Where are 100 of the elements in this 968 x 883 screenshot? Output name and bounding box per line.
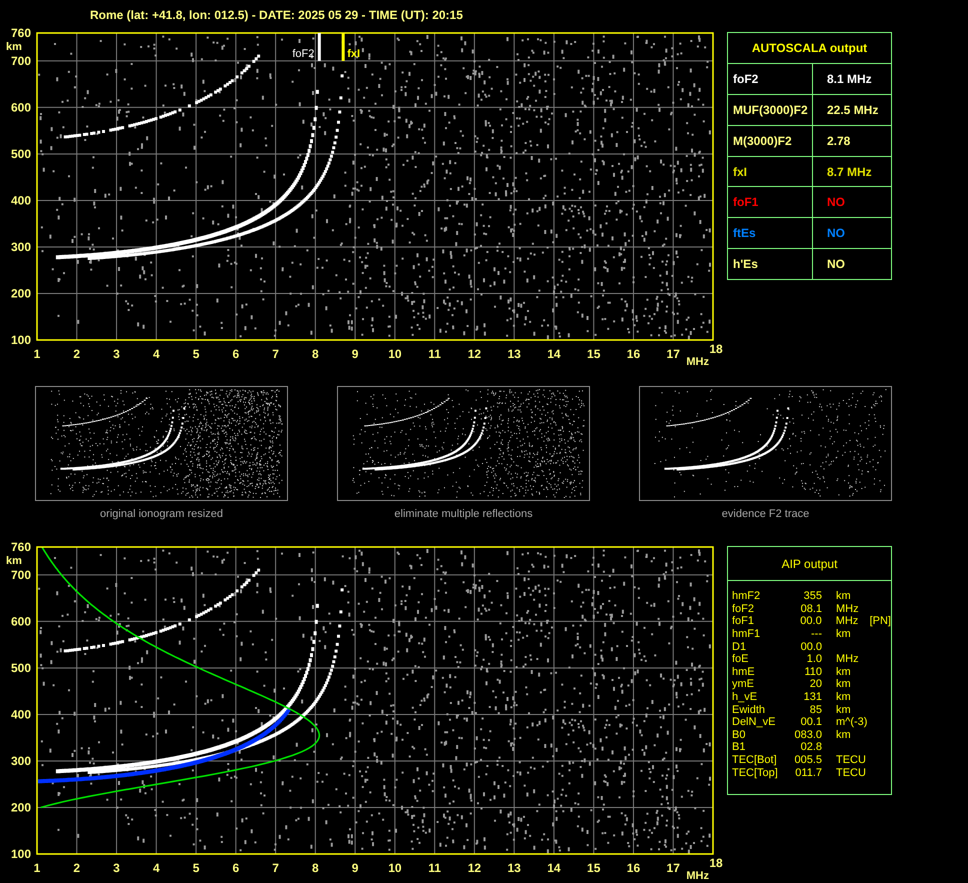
axis-unit-label: MHz: [686, 356, 709, 368]
parameter-unit: km: [835, 590, 852, 602]
parameter-value: 2.78: [827, 134, 850, 147]
axis-tick-label: 6: [232, 861, 240, 875]
parameter-unit: km: [835, 704, 852, 716]
parameter-name: ftEs: [733, 227, 756, 240]
parameter-value: 011.7: [794, 766, 823, 779]
parameter-value: 00.0: [800, 640, 823, 653]
axis-tick-label: 8: [312, 347, 319, 361]
axis-tick-label: 300: [10, 754, 31, 768]
axis-tick-label: 15: [587, 347, 600, 361]
axis-tick-label: 760: [10, 26, 31, 40]
axis-tick-label: 4: [152, 861, 160, 875]
parameter-name: hmF1: [732, 628, 762, 640]
parameter-name: fxI: [733, 166, 748, 178]
parameter-name: TEC[Top]: [732, 766, 779, 779]
parameter-name: foF1: [732, 615, 756, 628]
thumbnail-caption: eliminate multiple reflections: [394, 507, 533, 522]
axis-tick-label: 5: [192, 861, 200, 875]
panel-title: AIP output: [782, 556, 838, 572]
marker-label: fxI: [347, 48, 360, 60]
parameter-value: 110: [803, 666, 823, 678]
parameter-value: ---: [810, 628, 823, 640]
axis-tick-label: 1: [34, 861, 40, 875]
parameter-value: 20: [808, 678, 823, 690]
axis-tick-label: 8: [312, 861, 319, 875]
parameter-name: foF1: [733, 196, 758, 208]
parameter-name: h_vE: [732, 691, 758, 704]
parameter-name: ymE: [732, 678, 755, 690]
axis-tick-label: 2: [73, 347, 80, 361]
axis-tick-label: 300: [10, 240, 31, 254]
parameter-name: foE: [732, 653, 750, 666]
parameter-value: 8.7 MHz: [827, 166, 872, 178]
parameter-unit: km: [835, 666, 852, 678]
axis-tick-label: 18: [709, 342, 723, 356]
axis-tick-label: 12: [468, 861, 482, 875]
axis-tick-label: 14: [547, 861, 561, 875]
axis-tick-label: 500: [10, 146, 31, 161]
axis-tick-label: 11: [428, 347, 441, 361]
parameter-name: MUF(3000)F2: [733, 104, 808, 116]
parameter-name: B0: [732, 728, 746, 741]
parameter-value: 355: [802, 590, 823, 602]
panel-title: AUTOSCALA output: [752, 40, 868, 57]
parameter-value: 8.1 MHz: [827, 72, 872, 85]
quality-code-text: [PN]: [870, 615, 891, 628]
parameter-name: foF2: [733, 72, 758, 85]
axis-tick-label: 400: [10, 193, 31, 208]
parameter-value: NO: [827, 258, 845, 270]
axis-tick-label: 700: [10, 568, 31, 582]
axis-tick-label: 18: [709, 856, 723, 870]
parameter-unit: km: [835, 728, 852, 741]
parameter-name: B1: [732, 741, 746, 754]
axis-tick-label: 2: [73, 861, 80, 875]
parameter-name: foF2: [732, 602, 756, 615]
parameter-name: Ewidth: [732, 704, 766, 716]
axis-tick-label: 3: [113, 861, 120, 875]
parameter-name: M(3000)F2: [733, 134, 792, 147]
parameter-name: hmF2: [732, 590, 762, 602]
axis-tick-label: 16: [626, 861, 640, 875]
axis-tick-label: 17: [666, 347, 680, 361]
marker-label: foF2: [292, 48, 314, 60]
parameter-value: 00.1: [800, 716, 823, 728]
axis-unit-label: km: [6, 41, 22, 53]
parameter-name: TEC[Bot]: [732, 754, 778, 766]
axis-unit-label: km: [6, 555, 22, 567]
axis-tick-label: 100: [10, 333, 31, 347]
parameter-value: 1.0: [806, 653, 823, 666]
axis-tick-label: 12: [468, 347, 482, 361]
parameter-value: NO: [827, 196, 845, 208]
axis-tick-label: 10: [388, 861, 402, 875]
parameter-unit: MHz: [835, 653, 860, 666]
axis-tick-label: 13: [508, 347, 521, 361]
parameter-unit: MHz: [834, 615, 860, 628]
parameter-value: 02.8: [800, 741, 823, 754]
axis-tick-label: 6: [232, 347, 240, 361]
axis-tick-label: 11: [428, 861, 441, 875]
parameter-unit: km: [835, 628, 852, 640]
parameter-value: 005.5: [793, 754, 823, 766]
parameter-unit: MHz: [835, 602, 860, 615]
axis-tick-label: 200: [10, 286, 31, 300]
thumbnail-caption: evidence F2 trace: [722, 507, 810, 522]
parameter-value: 00.0: [799, 615, 823, 628]
axis-tick-label: 15: [587, 861, 600, 875]
parameter-name: hmE: [732, 666, 756, 678]
parameter-value: 083.0: [793, 728, 823, 741]
axis-tick-label: 600: [10, 100, 31, 114]
axis-tick-label: 1: [34, 347, 40, 361]
parameter-value: 22.5 MHz: [827, 104, 878, 116]
axis-tick-label: 500: [10, 660, 31, 675]
parameter-unit: km: [835, 678, 852, 690]
axis-tick-label: 3: [113, 347, 120, 361]
axis-tick-label: 400: [10, 707, 31, 722]
axis-tick-label: 9: [352, 861, 358, 875]
thumbnail-caption: original ionogram resized: [100, 507, 223, 522]
axis-tick-label: 14: [547, 347, 561, 361]
parameter-unit: TECU: [835, 754, 867, 766]
axis-tick-label: 10: [388, 347, 402, 361]
parameter-unit: m^(-3): [835, 716, 868, 728]
parameter-unit: TECU: [835, 766, 867, 779]
parameter-value: NO: [827, 227, 845, 240]
